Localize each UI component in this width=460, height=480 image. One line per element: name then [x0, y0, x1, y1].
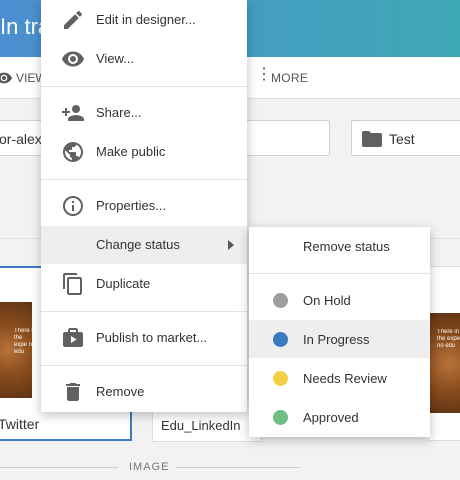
- menu-separator: [41, 179, 247, 180]
- submenu-item-label: On Hold: [303, 293, 351, 308]
- folder-icon: [362, 131, 382, 150]
- submenu-item-label: In Progress: [303, 332, 370, 347]
- menu-item-remove[interactable]: Remove: [41, 373, 247, 411]
- menu-item-view[interactable]: View...: [41, 40, 247, 78]
- thumbnail-text: There in the expe no edu: [437, 329, 460, 349]
- status-dot-icon: [273, 293, 288, 308]
- section-header: IMAGE: [0, 460, 300, 476]
- menu-item-label: Edit in designer...: [96, 12, 196, 27]
- asset-thumbnail: [429, 313, 460, 413]
- menu-item-publish-to-market[interactable]: Publish to market...: [41, 319, 247, 357]
- menu-item-share[interactable]: Share...: [41, 94, 247, 132]
- pencil-icon: [61, 8, 85, 32]
- publish-icon: [61, 326, 85, 350]
- submenu-item-label: Remove status: [303, 239, 390, 254]
- menu-item-duplicate[interactable]: Duplicate: [41, 265, 247, 303]
- submenu-item-approved[interactable]: Approved: [249, 398, 430, 436]
- more-button[interactable]: MORE: [271, 71, 308, 85]
- info-icon: [61, 194, 85, 218]
- submenu-item-label: Approved: [303, 410, 359, 425]
- menu-item-label: Make public: [96, 144, 166, 159]
- menu-item-label: Change status: [96, 237, 180, 252]
- asset-card-label: Twitter: [0, 416, 40, 432]
- name-field-value: or-alex-: [0, 131, 47, 147]
- trash-icon: [61, 380, 85, 404]
- thumbnail-text: There in the expe no edu: [14, 328, 36, 355]
- asset-card[interactable]: There in the expe no edu: [428, 266, 460, 441]
- context-menu: Edit in designer... View... Share... Mak…: [41, 0, 247, 412]
- menu-item-make-public[interactable]: Make public: [41, 133, 247, 171]
- menu-item-edit-in-designer[interactable]: Edit in designer...: [41, 1, 247, 39]
- copy-icon: [61, 272, 85, 296]
- eye-icon: [61, 47, 85, 71]
- submenu-item-remove-status[interactable]: Remove status: [249, 227, 430, 265]
- menu-separator: [41, 311, 247, 312]
- menu-item-label: Duplicate: [96, 276, 151, 291]
- submenu-item-in-progress[interactable]: In Progress: [249, 320, 430, 358]
- status-dot-icon: [273, 410, 288, 425]
- more-vert-icon[interactable]: ⋮: [256, 67, 272, 83]
- submenu-item-label: Needs Review: [303, 371, 387, 386]
- menu-separator: [41, 365, 247, 366]
- menu-separator: [41, 86, 247, 87]
- menu-item-change-status[interactable]: Change status: [41, 226, 247, 264]
- menu-item-label: Share...: [96, 105, 142, 120]
- section-header-label: IMAGE: [129, 461, 170, 473]
- status-dot-icon: [273, 332, 288, 347]
- submenu-item-on-hold[interactable]: On Hold: [249, 281, 430, 319]
- folder-field[interactable]: Test: [351, 120, 460, 156]
- divider: [0, 467, 118, 468]
- menu-item-label: Remove: [96, 384, 145, 399]
- status-submenu: Remove status On Hold In Progress Needs …: [249, 227, 430, 437]
- submenu-item-needs-review[interactable]: Needs Review: [249, 359, 430, 397]
- add-person-icon: [61, 101, 85, 125]
- status-dot-icon: [273, 371, 288, 386]
- menu-item-label: Properties...: [96, 198, 167, 213]
- chevron-right-icon: [228, 240, 234, 250]
- folder-field-value: Test: [389, 131, 415, 147]
- menu-item-label: View...: [96, 51, 135, 66]
- eye-icon[interactable]: [0, 71, 12, 89]
- divider: [176, 467, 300, 468]
- asset-card-label: Edu_LinkedIn: [161, 418, 241, 433]
- menu-separator: [249, 273, 430, 274]
- globe-icon: [61, 140, 85, 164]
- menu-item-properties[interactable]: Properties...: [41, 187, 247, 225]
- menu-item-label: Publish to market...: [96, 330, 208, 345]
